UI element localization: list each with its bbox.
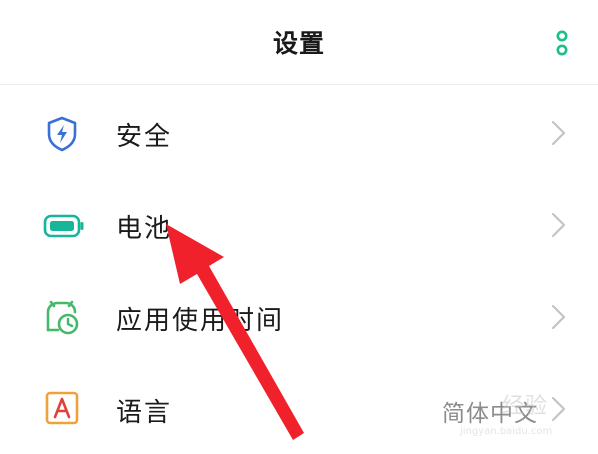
more-options-button[interactable]	[548, 24, 576, 60]
chevron-right-icon	[548, 302, 570, 332]
settings-item-app-usage-time[interactable]: 应用使用时间	[0, 272, 598, 364]
settings-screen: 设置 安全 电池 应用使用时间 语言 简体中文 经验 jingyan.baidu…	[0, 0, 598, 454]
settings-item-battery[interactable]: 电池	[0, 180, 598, 272]
shield-bolt-icon	[42, 114, 82, 154]
settings-item-label: 语言	[116, 398, 173, 428]
page-title: 设置	[272, 29, 325, 58]
chevron-right-icon	[548, 394, 570, 424]
current-language-value: 简体中文	[442, 401, 538, 427]
more-vertical-icon	[556, 30, 568, 56]
settings-item-security[interactable]: 安全	[0, 88, 598, 180]
app-usage-clock-icon	[42, 296, 82, 336]
settings-item-label: 应用使用时间	[116, 306, 285, 336]
settings-item-label: 安全	[116, 122, 173, 152]
settings-item-label: 电池	[116, 214, 173, 244]
settings-item-language[interactable]: 语言 简体中文	[0, 364, 598, 454]
chevron-right-icon	[548, 118, 570, 148]
battery-icon	[42, 206, 86, 246]
chevron-right-icon	[548, 210, 570, 240]
top-bar: 设置	[0, 0, 598, 85]
language-icon	[42, 388, 82, 428]
